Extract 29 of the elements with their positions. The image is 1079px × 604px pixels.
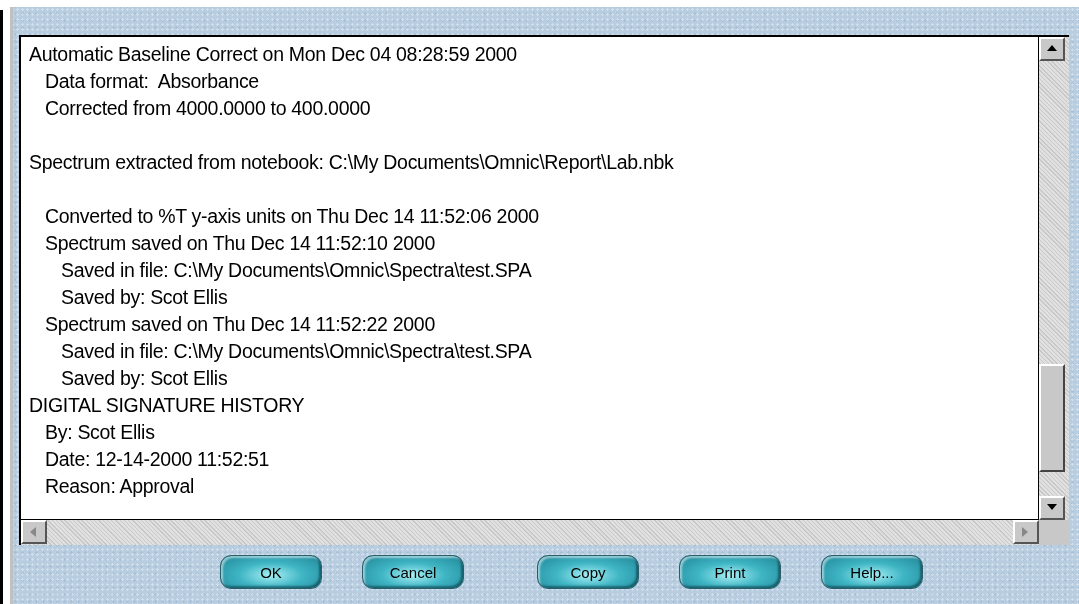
log-line: Saved by: Scot Ellis bbox=[60, 366, 229, 391]
log-line: Saved by: Scot Ellis bbox=[60, 285, 229, 310]
log-line: Saved in file: C:\My Documents\Omnic\Spectra\test.SPA bbox=[60, 339, 533, 364]
log-line: Spectrum extracted from notebook: C:\My Documents\Omnic\Report\Lab.nbk bbox=[29, 150, 675, 175]
horizontal-scrollbar[interactable] bbox=[19, 520, 1039, 545]
log-line: Spectrum saved on Thu Dec 14 11:52:22 2000 bbox=[44, 312, 436, 337]
log-line: Data format: Absorbance bbox=[44, 69, 260, 94]
scrollbar-corner bbox=[1039, 520, 1069, 545]
dialog-button[interactable]: Help... bbox=[821, 555, 923, 589]
log-line: Converted to %T y-axis units on Thu Dec 14 11:52:06 2000 bbox=[44, 204, 540, 229]
scroll-left-button[interactable] bbox=[21, 520, 47, 544]
log-line: Corrected from 4000.0000 to 400.0000 bbox=[44, 96, 372, 121]
scroll-down-button[interactable] bbox=[1039, 496, 1065, 520]
log-line: Reason: Approval bbox=[44, 474, 196, 499]
dialog-button[interactable]: Copy bbox=[537, 555, 639, 589]
log-line: DIGITAL SIGNATURE HISTORY bbox=[29, 393, 306, 418]
log-line: Spectrum saved on Thu Dec 14 11:52:10 2000 bbox=[44, 231, 436, 256]
dialog-button[interactable]: Print bbox=[679, 555, 781, 589]
scroll-thumb[interactable] bbox=[1039, 364, 1065, 472]
scroll-up-button[interactable] bbox=[1039, 37, 1065, 61]
dialog-button[interactable]: Cancel bbox=[362, 555, 464, 589]
history-text-area[interactable] bbox=[19, 35, 1039, 520]
scroll-right-button[interactable] bbox=[1013, 520, 1039, 544]
log-line: By: Scot Ellis bbox=[44, 420, 156, 445]
dialog-button[interactable]: OK bbox=[220, 555, 322, 589]
vertical-scrollbar[interactable] bbox=[1039, 35, 1069, 520]
log-line: Automatic Baseline Correct on Mon Dec 04 08:28:59 2000 bbox=[29, 42, 518, 67]
log-line: Saved in file: C:\My Documents\Omnic\Spectra\test.SPA bbox=[60, 258, 533, 283]
log-line: Date: 12-14-2000 11:52:51 bbox=[44, 447, 271, 472]
